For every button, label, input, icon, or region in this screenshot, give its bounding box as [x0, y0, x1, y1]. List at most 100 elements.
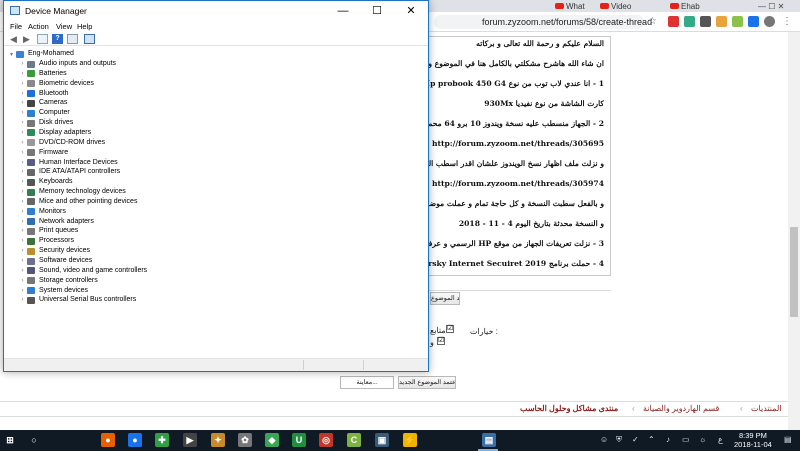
option-checkbox[interactable]: ☑: [437, 337, 445, 345]
device-category-row[interactable]: › Universal Serial Bus controllers: [18, 295, 136, 305]
expand-arrow-icon[interactable]: ›: [18, 100, 27, 106]
extension-icon[interactable]: [748, 16, 759, 27]
device-category-row[interactable]: › Computer: [18, 108, 70, 118]
menu-file[interactable]: File: [10, 21, 22, 32]
tools-icon[interactable]: ✦: [211, 433, 225, 447]
expand-arrow-icon[interactable]: ›: [18, 238, 27, 244]
expand-arrow-icon[interactable]: ›: [18, 130, 27, 136]
expand-arrow-icon[interactable]: ›: [18, 71, 27, 77]
clock-date[interactable]: 2018-11-04: [734, 440, 772, 449]
show-hidden-icon[interactable]: ⌃: [648, 435, 655, 444]
device-category-row[interactable]: › IDE ATA/ATAPI controllers: [18, 167, 120, 177]
red-app-icon[interactable]: ◎: [319, 433, 333, 447]
approve-thread-button[interactable]: اعتمد الموضوع: [430, 292, 460, 305]
expand-arrow-icon[interactable]: ›: [18, 209, 27, 215]
device-category-row[interactable]: › Network adapters: [18, 217, 94, 227]
view-icon[interactable]: [67, 34, 78, 44]
expand-arrow-icon[interactable]: ›: [18, 199, 27, 205]
device-category-row[interactable]: › Mice and other pointing devices: [18, 197, 137, 207]
u-app-icon[interactable]: U: [292, 433, 306, 447]
device-category-row[interactable]: › Security devices: [18, 246, 90, 256]
device-category-row[interactable]: › Software devices: [18, 256, 92, 266]
expand-arrow-icon[interactable]: ›: [18, 120, 27, 126]
back-arrow-icon[interactable]: ◀: [8, 34, 19, 44]
antivirus-icon[interactable]: ⛨: [616, 435, 622, 445]
expand-arrow-icon[interactable]: ›: [18, 258, 27, 264]
expand-arrow-icon[interactable]: ›: [18, 169, 27, 175]
expand-arrow-icon[interactable]: ›: [18, 91, 27, 97]
menu-icon[interactable]: ⋮: [782, 16, 793, 27]
firefox-icon[interactable]: ●: [101, 433, 115, 447]
preview-button[interactable]: معاينة...: [340, 376, 394, 389]
device-category-row[interactable]: › Disk drives: [18, 118, 73, 128]
forward-arrow-icon[interactable]: ▶: [21, 34, 32, 44]
expand-arrow-icon[interactable]: ›: [18, 278, 27, 284]
expand-arrow-icon[interactable]: ›: [18, 228, 27, 234]
menu-help[interactable]: Help: [77, 21, 92, 32]
network-icon[interactable]: ☼: [699, 435, 706, 444]
close-button[interactable]: ✕: [394, 1, 428, 21]
expand-arrow-icon[interactable]: ›: [18, 110, 27, 116]
device-category-row[interactable]: › Memory technology devices: [18, 187, 126, 197]
media-player-icon[interactable]: ▶: [183, 433, 197, 447]
c-app-icon[interactable]: C: [347, 433, 361, 447]
device-category-row[interactable]: › System devices: [18, 286, 88, 296]
maximize-button[interactable]: ☐: [360, 1, 394, 21]
tree-root[interactable]: ▾ Eng-Mohamed: [7, 49, 74, 59]
speaker-icon[interactable]: ♪: [666, 435, 670, 444]
window-controls[interactable]: — ☐ ✕: [758, 0, 798, 12]
expand-arrow-icon[interactable]: ›: [18, 297, 27, 303]
device-category-row[interactable]: › DVD/CD-ROM drives: [18, 138, 105, 148]
menu-view[interactable]: View: [56, 21, 72, 32]
expand-arrow-icon[interactable]: ›: [18, 140, 27, 146]
page-scrollbar[interactable]: [788, 32, 800, 430]
breadcrumb-item[interactable]: المنتديات: [751, 404, 782, 413]
breadcrumb-item[interactable]: قسم الهاردوير والصيانة: [643, 404, 719, 413]
extension-icon[interactable]: [684, 16, 695, 27]
star-icon[interactable]: ☆: [648, 16, 658, 28]
browser-tab[interactable]: What: [555, 0, 595, 12]
device-category-row[interactable]: › Display adapters: [18, 128, 91, 138]
extension-icon[interactable]: [700, 16, 711, 27]
browser-tab[interactable]: Ehab: [670, 0, 740, 12]
device-category-row[interactable]: › Audio inputs and outputs: [18, 59, 116, 69]
device-manager-task-icon[interactable]: ▤: [482, 433, 496, 447]
device-category-row[interactable]: › Monitors: [18, 207, 66, 217]
expand-arrow-icon[interactable]: ›: [18, 219, 27, 225]
device-category-row[interactable]: › Storage controllers: [18, 276, 98, 286]
submit-thread-button[interactable]: اعتمد الموضوع الجديد: [398, 376, 456, 389]
expand-arrow-icon[interactable]: ›: [18, 189, 27, 195]
expand-arrow-icon[interactable]: ›: [18, 268, 27, 274]
people-icon[interactable]: ☺: [600, 435, 608, 444]
expand-arrow-icon[interactable]: ›: [18, 160, 27, 166]
settings-app-icon[interactable]: ✿: [238, 433, 252, 447]
input-language[interactable]: ع: [718, 435, 723, 444]
search-icon[interactable]: ○: [27, 433, 41, 447]
extension-icon[interactable]: [716, 16, 727, 27]
device-category-row[interactable]: › Cameras: [18, 98, 67, 108]
title-bar[interactable]: Device Manager — ☐ ✕: [4, 1, 428, 21]
device-category-row[interactable]: › Batteries: [18, 69, 67, 79]
monitor-app-icon[interactable]: ▣: [375, 433, 389, 447]
notifications-icon[interactable]: ▤: [784, 435, 792, 444]
shield-icon[interactable]: ✓: [632, 435, 639, 444]
expand-arrow-icon[interactable]: ›: [18, 288, 27, 294]
chrome-icon[interactable]: ●: [128, 433, 142, 447]
device-category-row[interactable]: › Sound, video and game controllers: [18, 266, 147, 276]
breadcrumb-item-current[interactable]: منتدى مشاكل وحلول الحاسب: [520, 404, 618, 413]
green-app-icon[interactable]: ◆: [265, 433, 279, 447]
monitor-icon[interactable]: [84, 34, 95, 44]
properties-icon[interactable]: [37, 34, 48, 44]
device-category-row[interactable]: › Keyboards: [18, 177, 72, 187]
menu-action[interactable]: Action: [28, 21, 49, 32]
extension-icon[interactable]: [668, 16, 679, 27]
collapse-arrow-icon[interactable]: ▾: [7, 51, 16, 58]
device-category-row[interactable]: › Human Interface Devices: [18, 158, 118, 168]
expand-arrow-icon[interactable]: ›: [18, 179, 27, 185]
expand-arrow-icon[interactable]: ›: [18, 61, 27, 67]
browser-tab[interactable]: Video: [600, 0, 660, 12]
expand-arrow-icon[interactable]: ›: [18, 150, 27, 156]
scrollbar-thumb[interactable]: [790, 227, 798, 317]
device-category-row[interactable]: › Bluetooth: [18, 89, 69, 99]
watch-checkbox[interactable]: ☑: [446, 325, 454, 333]
